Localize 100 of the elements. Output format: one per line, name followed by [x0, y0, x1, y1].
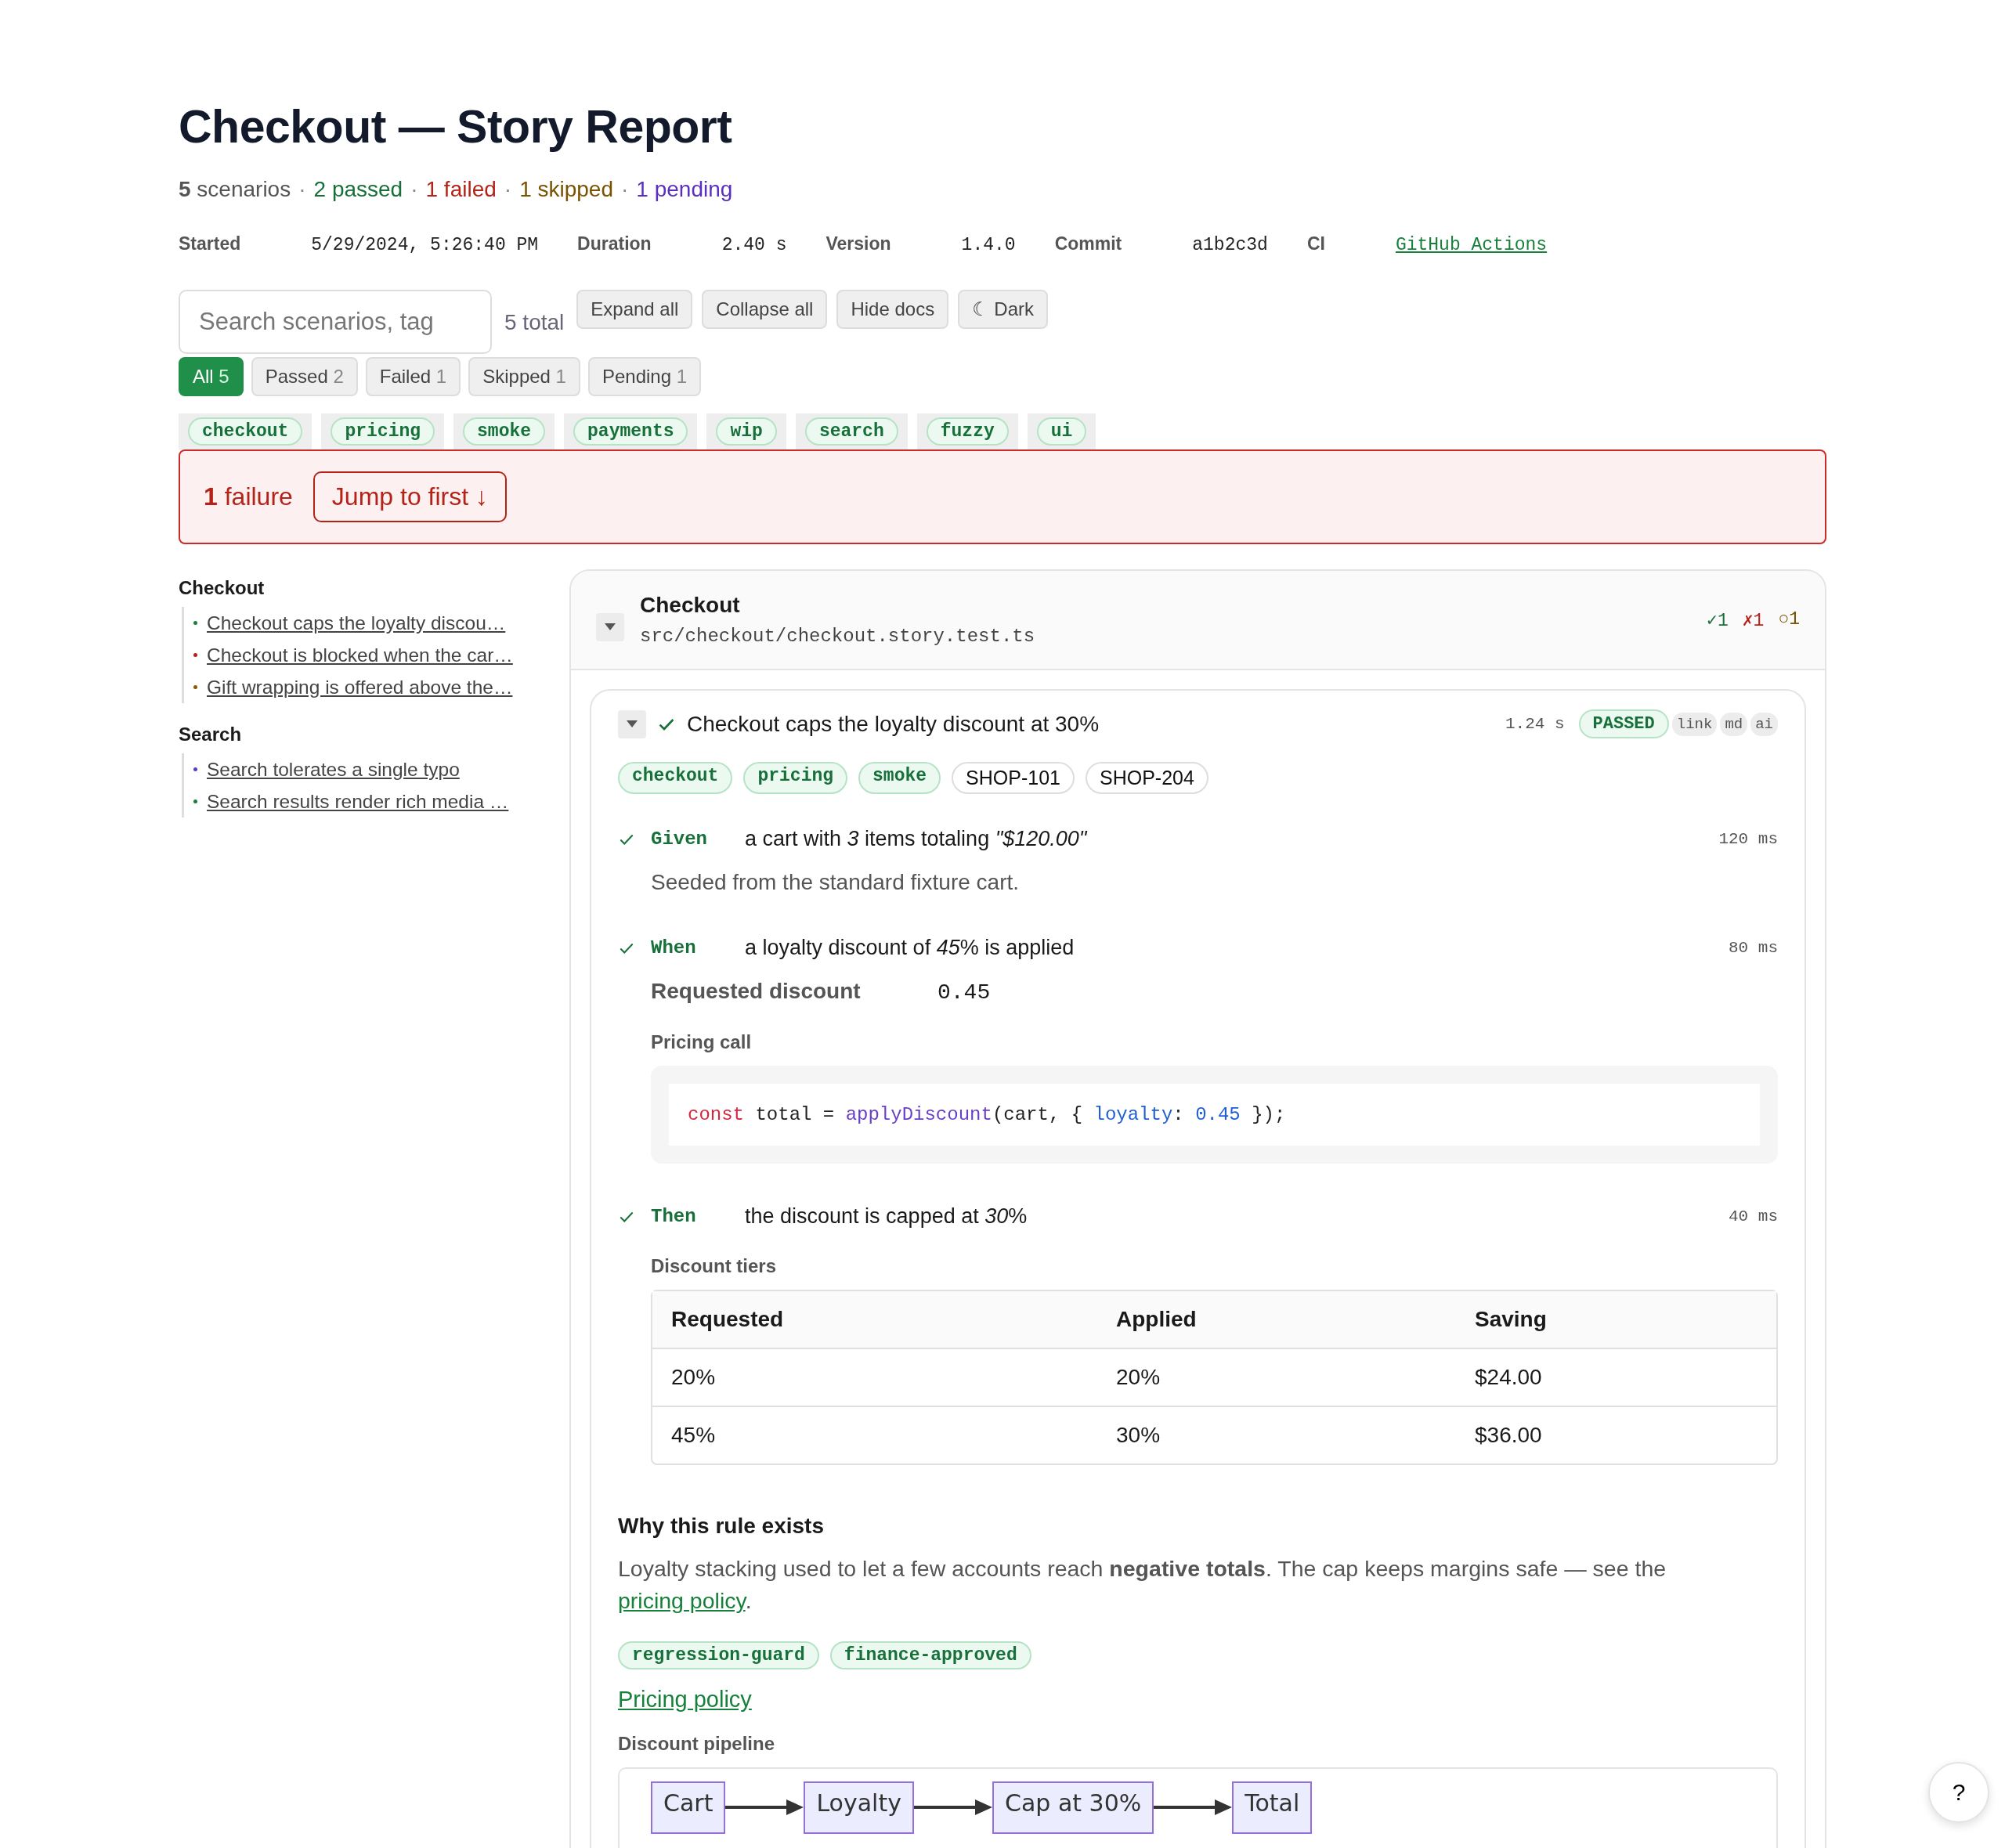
status-count: ✓1: [1707, 609, 1729, 631]
section-heading: Why this rule exists: [618, 1514, 825, 1539]
meta-value: 2.40 s: [721, 235, 787, 255]
toolbar-button[interactable]: ☾ Dark: [958, 290, 1049, 329]
flow-node: Loyalty: [804, 1781, 914, 1834]
policy-link[interactable]: pricing policy: [618, 1588, 746, 1614]
link-chip[interactable]: ai: [1750, 712, 1778, 736]
summary-count: 2 passed: [313, 177, 403, 202]
status-badge: PASSED: [1578, 709, 1669, 738]
collapse-toggle[interactable]: [618, 709, 646, 738]
ticket-link[interactable]: SHOP-204: [1085, 762, 1208, 794]
toolbar-button[interactable]: Expand all: [576, 290, 693, 329]
table-cell-text: $24.00: [1474, 1364, 1543, 1391]
sidebar-link[interactable]: Gift wrapping is offered above the…: [207, 676, 513, 698]
table-cell: 30%: [1097, 1406, 1456, 1464]
separator: ·: [621, 177, 629, 202]
tag-filter[interactable]: checkout: [179, 413, 312, 449]
table-cell: $36.00: [1456, 1406, 1776, 1464]
meta-value: 5/29/2024, 5:26:40 PM: [311, 235, 539, 255]
filter-tab[interactable]: All 5: [179, 357, 244, 396]
meta-label: Started: [179, 233, 241, 254]
separator: ·: [410, 177, 418, 202]
block-caption: Discount pipeline: [618, 1732, 775, 1755]
tag: checkout: [618, 762, 733, 794]
meta-label: Commit: [1054, 233, 1122, 254]
page-title: Checkout — Story Report: [179, 100, 733, 153]
tag-filter[interactable]: pricing: [321, 413, 445, 449]
step-note: Seeded from the standard fixture cart.: [651, 870, 1021, 895]
status-count: ○1: [1778, 608, 1800, 631]
separator: ·: [298, 177, 306, 202]
field-label: Requested discount: [651, 979, 862, 1004]
tag: pricing: [743, 762, 848, 794]
total-count: 5 total: [504, 310, 565, 335]
search-field[interactable]: Search scenarios, tag: [179, 290, 492, 354]
filter-tab[interactable]: Skipped 1: [468, 357, 580, 396]
step-keyword: When: [651, 937, 697, 958]
flow-node: Cart: [651, 1781, 726, 1834]
step-text: the discount is capped at 30%: [745, 1204, 1028, 1229]
link-chip[interactable]: link: [1671, 712, 1718, 736]
meta-label: Duration: [577, 233, 652, 254]
duration: 40 ms: [1729, 1207, 1778, 1225]
column-header: Saving: [1456, 1291, 1776, 1349]
summary-count: 1 failed: [425, 177, 497, 202]
tag: smoke: [858, 762, 941, 794]
tag-filter[interactable]: fuzzy: [916, 413, 1018, 449]
policy-link[interactable]: Pricing policy: [618, 1686, 752, 1713]
step-keyword: Given: [651, 828, 708, 850]
toolbar-button[interactable]: Collapse all: [702, 290, 828, 329]
flow-node: Total: [1232, 1781, 1313, 1834]
tag: finance-approved: [829, 1640, 1031, 1669]
tag-filter[interactable]: search: [795, 413, 908, 449]
tag-filter[interactable]: ui: [1027, 413, 1096, 449]
ticket-link[interactable]: SHOP-101: [952, 762, 1075, 794]
sidebar-link[interactable]: Checkout is blocked when the car…: [207, 644, 513, 666]
collapse-toggle[interactable]: [596, 612, 624, 641]
tag-filter[interactable]: wip: [706, 413, 786, 449]
duration: 120 ms: [1718, 830, 1778, 848]
column-header: Requested: [652, 1291, 1097, 1349]
meta-value: a1b2c3d: [1192, 235, 1268, 255]
column-header: Applied: [1097, 1291, 1456, 1349]
jump-button[interactable]: Jump to first ↓: [312, 471, 507, 522]
field-value: 0.45: [937, 980, 991, 1005]
sidebar-heading: Checkout: [179, 577, 266, 599]
filter-tab[interactable]: Failed 1: [365, 357, 461, 396]
ci-link[interactable]: GitHub Actions: [1395, 235, 1548, 255]
meta-label: CI: [1306, 233, 1325, 254]
tag-filter[interactable]: payments: [564, 413, 698, 449]
block-caption: Pricing call: [651, 1031, 753, 1053]
sidebar-heading: Search: [179, 724, 243, 745]
summary-count: 1 pending: [636, 177, 733, 202]
file-path: src/checkout/checkout.story.test.ts: [640, 626, 1036, 647]
summary-count: 1 skipped: [519, 177, 613, 202]
step-keyword: Then: [651, 1206, 697, 1227]
feature-title: Checkout: [640, 593, 741, 618]
toolbar-button[interactable]: Hide docs: [836, 290, 949, 329]
sidebar-link[interactable]: Search tolerates a single typo: [207, 758, 460, 781]
tag-filter[interactable]: smoke: [453, 413, 555, 449]
filter-tab[interactable]: Passed 2: [251, 357, 358, 396]
duration: 1.24 s: [1505, 715, 1565, 733]
status-count: ✗1: [1742, 609, 1765, 631]
sidebar-link[interactable]: Search results render rich media …: [207, 790, 509, 813]
filter-tab[interactable]: Pending 1: [587, 357, 702, 396]
summary-count: 5 scenarios: [179, 177, 291, 202]
meta-label: Version: [825, 233, 891, 254]
separator: ·: [504, 177, 512, 202]
sidebar-link[interactable]: Checkout caps the loyalty discou…: [207, 612, 506, 634]
step-text: a cart with 3 items totaling "$120.00": [745, 827, 1089, 851]
step-text: a loyalty discount of 45% is applied: [745, 936, 1075, 960]
meta-value: 1.4.0: [961, 235, 1016, 255]
description-text: Loyalty stacking used to let a few accounts reach negative totals. The cap keeps margins safe — see the pricing policy.: [618, 1555, 1667, 1615]
scenario-title: Checkout caps the loyalty discount at 30%: [687, 711, 1100, 737]
failure-count: 1 failure: [204, 482, 293, 511]
table-cell: 45%: [652, 1406, 1097, 1464]
table-cell-text: 20%: [670, 1364, 717, 1391]
link-chip[interactable]: md: [1720, 712, 1748, 736]
table-cell-text: 20%: [1115, 1364, 1161, 1391]
tag: regression-guard: [618, 1640, 819, 1669]
duration: 80 ms: [1729, 939, 1778, 957]
flow-node: Cap at 30%: [992, 1781, 1154, 1834]
help-button[interactable]: ?: [1928, 1762, 1989, 1823]
